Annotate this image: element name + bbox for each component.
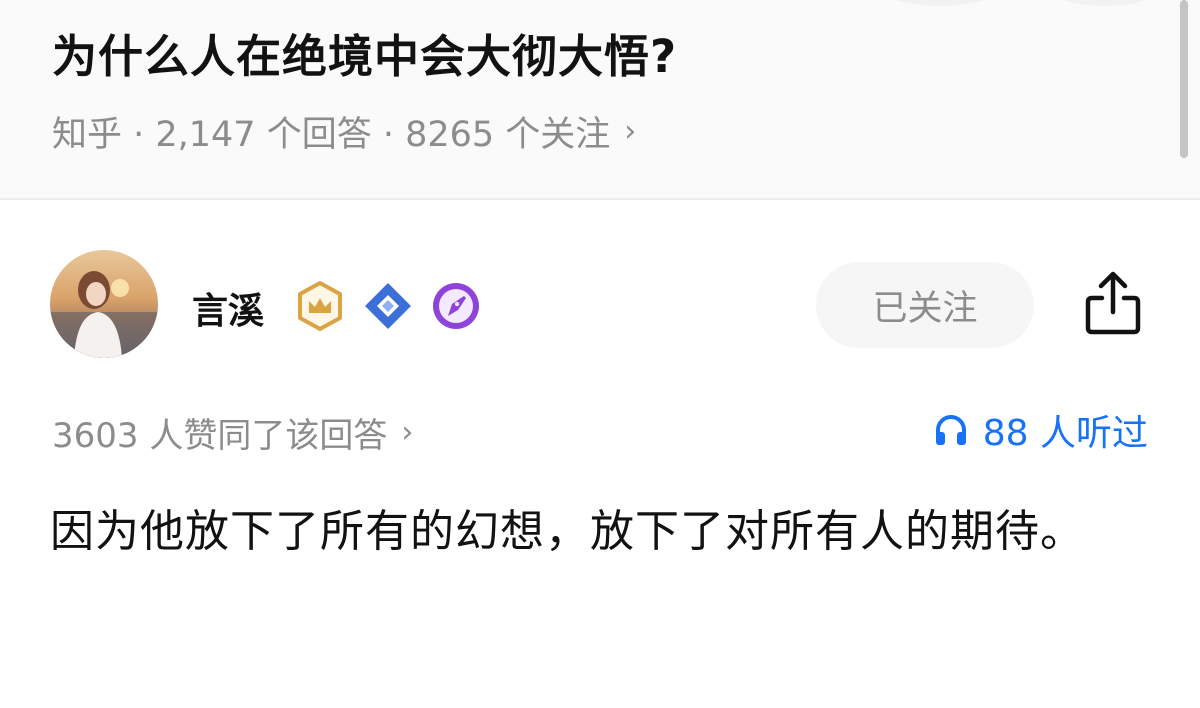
chevron-right-icon: ›: [624, 114, 637, 149]
question-title[interactable]: 为什么人在绝境中会大彻大悟?: [52, 20, 677, 85]
answer-text[interactable]: 因为他放下了所有的幻想，放下了对所有人的期待。: [50, 490, 1150, 574]
question-meta-text: 知乎 · 2,147 个回答 · 8265 个关注: [52, 115, 611, 155]
votes-text: 3603 人赞同了该回答: [52, 416, 388, 456]
question-header: 为什么人在绝境中会大彻大悟? 知乎 · 2,147 个回答 · 8265 个关注…: [0, 0, 1200, 198]
chevron-right-icon: ›: [401, 415, 414, 450]
zhihu-answer-page: 为什么人在绝境中会大彻大悟? 知乎 · 2,147 个回答 · 8265 个关注…: [0, 0, 1200, 708]
listen-count-button[interactable]: 88 人听过: [933, 404, 1148, 456]
question-meta-link[interactable]: 知乎 · 2,147 个回答 · 8265 个关注 ›: [52, 106, 636, 157]
toolbar-button-shadow: [1050, 0, 1160, 6]
author-avatar[interactable]: [50, 250, 158, 358]
headphones-icon: [935, 415, 966, 445]
author-name[interactable]: 言溪: [192, 282, 264, 334]
section-divider: [0, 198, 1200, 200]
scrollbar[interactable]: [1180, 0, 1188, 158]
follow-button[interactable]: 已关注: [816, 262, 1034, 348]
crown-badge-icon[interactable]: [294, 280, 346, 332]
toolbar-button-shadow: [880, 0, 1000, 6]
diamond-badge-icon[interactable]: [362, 280, 414, 332]
listen-count-text: 88 人听过: [982, 413, 1148, 454]
pen-badge-icon[interactable]: [430, 280, 482, 332]
votes-link[interactable]: 3603 人赞同了该回答 ›: [52, 408, 413, 457]
share-icon[interactable]: [1082, 270, 1144, 336]
